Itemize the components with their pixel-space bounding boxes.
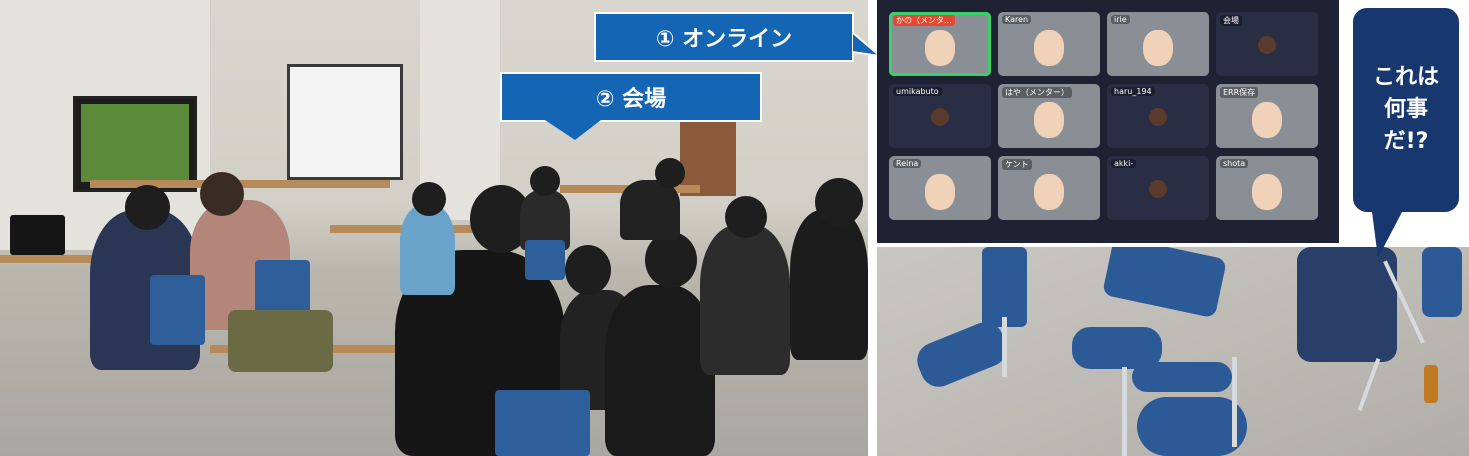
tv-monitor (73, 96, 197, 192)
person-head (655, 158, 685, 188)
video-tile: akki- (1107, 156, 1209, 220)
participant-avatar (1258, 36, 1276, 54)
chair-leg (1002, 317, 1007, 377)
participant-avatar (1149, 180, 1167, 198)
participant-name: haru_194 (1111, 87, 1155, 96)
participant-name: irie (1111, 15, 1130, 24)
participant-name: ERR保存 (1220, 87, 1259, 98)
video-tile: かの（メンタ... (889, 12, 991, 76)
chair-leg (1357, 357, 1381, 412)
projector-screen (287, 64, 403, 180)
chair-seat (1102, 247, 1227, 319)
person (620, 180, 680, 240)
person (605, 285, 715, 456)
participant-name: Karen (1002, 15, 1032, 24)
chair (525, 240, 565, 280)
chair-back (1132, 362, 1232, 392)
laptop (10, 215, 65, 255)
question-line-1: これは (1372, 65, 1439, 90)
chair-seat (911, 316, 1013, 393)
venue-callout: ② 会場 (500, 72, 762, 122)
chair-seat (1297, 247, 1397, 362)
venue-callout-text: ② 会場 (595, 87, 667, 112)
online-callout: ① オンライン (594, 12, 854, 62)
participant-name: ケント (1002, 159, 1032, 170)
chairs-photo (877, 247, 1469, 456)
participant-name: 会場 (1220, 15, 1242, 26)
video-tile: Karen (998, 12, 1100, 76)
chair-leg (1122, 367, 1127, 456)
person-head (530, 166, 560, 196)
chair-leg (1232, 357, 1237, 447)
video-tile: ERR保存 (1216, 84, 1318, 148)
tea-bottle (1424, 365, 1438, 403)
video-tile: shota (1216, 156, 1318, 220)
participant-face (1143, 30, 1173, 66)
question-line-2: 何事 (1383, 97, 1428, 122)
person-head (125, 185, 170, 230)
participant-name: akki- (1111, 159, 1137, 168)
person-head (725, 196, 767, 238)
video-tile: haru_194 (1107, 84, 1209, 148)
participant-avatar (1149, 108, 1167, 126)
person-head (815, 178, 863, 226)
participant-avatar (931, 108, 949, 126)
participant-face (1252, 174, 1282, 210)
video-tile: umikabuto (889, 84, 991, 148)
online-meeting-screenshot: かの（メンタ... Karen irie 会場 umikabuto はや（メンター） har… (877, 0, 1339, 243)
person-head (565, 245, 611, 295)
participant-name: umikabuto (893, 87, 942, 96)
video-tile: irie (1107, 12, 1209, 76)
participant-face (925, 30, 955, 66)
participant-name: shota (1220, 159, 1249, 168)
participant-name: かの（メンタ... (893, 15, 955, 26)
video-tile: Reina (889, 156, 991, 220)
person-head (200, 172, 244, 216)
participant-face (1252, 102, 1282, 138)
video-tile: ケント (998, 156, 1100, 220)
participant-face (925, 174, 955, 210)
shoulder-bag (228, 310, 333, 372)
question-callout: これは 何事 だ!? (1351, 6, 1461, 214)
venue-callout-pointer (545, 120, 601, 140)
video-tile: 会場 (1216, 12, 1318, 76)
participant-face (1034, 174, 1064, 210)
participant-name: Reina (893, 159, 922, 168)
question-callout-pointer (1372, 212, 1402, 258)
participant-face (1034, 102, 1064, 138)
person (790, 210, 868, 360)
wall-panel (0, 0, 61, 250)
chair-back (1422, 247, 1462, 317)
tv-game-screen (81, 104, 189, 182)
video-tile: はや（メンター） (998, 84, 1100, 148)
question-line-3: だ!? (1383, 129, 1429, 154)
participant-name: はや（メンター） (1002, 87, 1072, 98)
venue-photo (0, 0, 868, 456)
online-callout-text: ① オンライン (655, 27, 793, 52)
person (700, 225, 790, 375)
chair-seat (1137, 397, 1247, 456)
chair-back (982, 247, 1027, 327)
person (400, 205, 455, 295)
chair (495, 390, 590, 456)
participant-face (1034, 30, 1064, 66)
person-head (645, 232, 697, 288)
chair (150, 275, 205, 345)
person-head (412, 182, 446, 216)
